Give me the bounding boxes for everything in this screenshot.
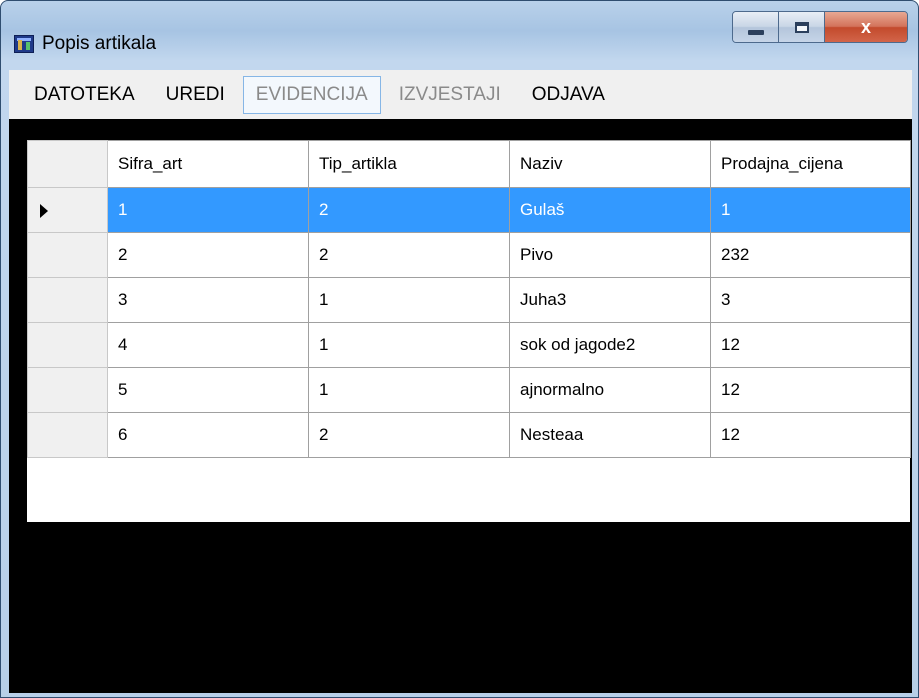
close-icon: x — [860, 16, 871, 37]
table-cell[interactable]: 3 — [710, 277, 911, 323]
table-cell[interactable]: 232 — [710, 232, 911, 278]
table-cell[interactable]: 3 — [107, 277, 309, 323]
table-row[interactable]: 5 1 ajnormalno 12 — [27, 367, 911, 413]
table-row[interactable]: 1 2 Gulaš 1 — [27, 187, 911, 233]
table-cell[interactable]: 2 — [308, 412, 510, 458]
table-cell[interactable]: 2 — [308, 232, 510, 278]
table-cell[interactable]: 12 — [710, 367, 911, 413]
table-cell[interactable]: 2 — [308, 187, 510, 233]
main-window: Popis artikala x DATOTEKA UREDI EVIDENCI… — [0, 0, 919, 698]
arrow-right-icon — [40, 203, 48, 218]
column-header-prodajna-cijena[interactable]: Prodajna_cijena — [710, 140, 911, 188]
row-header[interactable] — [27, 367, 108, 413]
table-cell[interactable]: 12 — [710, 322, 911, 368]
row-header[interactable] — [27, 277, 108, 323]
title-bar[interactable]: Popis artikala x — [1, 1, 918, 61]
table-cell[interactable]: Juha3 — [509, 277, 711, 323]
table-cell[interactable]: 1 — [308, 367, 510, 413]
column-header-naziv[interactable]: Naziv — [509, 140, 711, 188]
table-cell[interactable]: Pivo — [509, 232, 711, 278]
app-icon[interactable] — [14, 35, 34, 53]
column-header-tip-artikla[interactable]: Tip_artikla — [308, 140, 510, 188]
table-row[interactable]: 6 2 Nesteaa 12 — [27, 412, 911, 458]
table-cell[interactable]: 1 — [308, 322, 510, 368]
menu-bar: DATOTEKA UREDI EVIDENCIJA IZVJESTAJI ODJ… — [9, 70, 912, 119]
minimize-button[interactable] — [733, 12, 779, 42]
table-cell[interactable]: 1 — [710, 187, 911, 233]
menu-izvjestaji[interactable]: IZVJESTAJI — [386, 76, 514, 114]
table-row[interactable]: 4 1 sok od jagode2 12 — [27, 322, 911, 368]
menu-evidencija[interactable]: EVIDENCIJA — [242, 75, 381, 114]
minimize-icon — [747, 29, 764, 35]
table-row[interactable]: 2 2 Pivo 232 — [27, 232, 911, 278]
table-cell[interactable]: sok od jagode2 — [509, 322, 711, 368]
close-button[interactable]: x — [825, 12, 907, 42]
menu-uredi[interactable]: UREDI — [153, 76, 238, 114]
table-cell[interactable]: Gulaš — [509, 187, 711, 233]
window-controls: x — [732, 11, 908, 43]
window-title: Popis artikala — [42, 33, 157, 54]
table-cell[interactable]: 5 — [107, 367, 309, 413]
table-cell[interactable]: 12 — [710, 412, 911, 458]
row-header[interactable] — [27, 187, 108, 233]
articles-table: Sifra_art Tip_artikla Naziv Prodajna_cij… — [27, 140, 911, 458]
maximize-button[interactable] — [779, 12, 825, 42]
row-header[interactable] — [27, 322, 108, 368]
maximize-icon — [794, 21, 809, 33]
table-cell[interactable]: 4 — [107, 322, 309, 368]
table-cell[interactable]: Nesteaa — [509, 412, 711, 458]
row-header[interactable] — [27, 232, 108, 278]
table-row[interactable]: 3 1 Juha3 3 — [27, 277, 911, 323]
menu-datoteka[interactable]: DATOTEKA — [21, 76, 148, 114]
table-cell[interactable]: 1 — [308, 277, 510, 323]
table-cell[interactable]: 1 — [107, 187, 309, 233]
data-grid[interactable]: Sifra_art Tip_artikla Naziv Prodajna_cij… — [27, 140, 911, 522]
menu-odjava[interactable]: ODJAVA — [519, 76, 618, 114]
corner-header[interactable] — [27, 140, 108, 188]
column-header-sifra-art[interactable]: Sifra_art — [107, 140, 309, 188]
row-header[interactable] — [27, 412, 108, 458]
table-cell[interactable]: 6 — [107, 412, 309, 458]
table-cell[interactable]: 2 — [107, 232, 309, 278]
header-row: Sifra_art Tip_artikla Naziv Prodajna_cij… — [27, 140, 911, 188]
client-area: DATOTEKA UREDI EVIDENCIJA IZVJESTAJI ODJ… — [9, 70, 912, 693]
table-cell[interactable]: ajnormalno — [509, 367, 711, 413]
